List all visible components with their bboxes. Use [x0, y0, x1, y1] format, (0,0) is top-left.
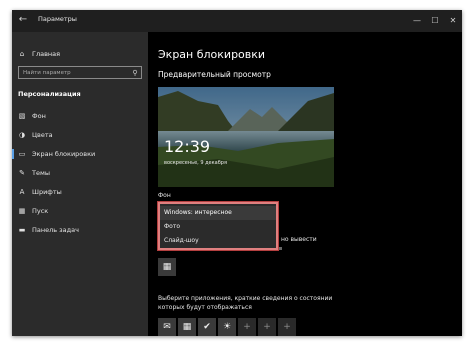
- sidebar-item-label: Цвета: [32, 131, 53, 139]
- main-content: Экран блокировки Предварительный просмот…: [148, 32, 462, 336]
- settings-window: ← Параметры — ☐ ✕ ⌂ Главная Найти параме…: [12, 10, 462, 336]
- weather-tile-icon: ☀: [222, 322, 232, 332]
- detailed-status-calendar-tile[interactable]: ▦: [158, 258, 176, 276]
- sidebar-item-label: Фон: [32, 112, 46, 120]
- dropdown-option[interactable]: Слайд-шоу: [160, 234, 276, 248]
- add-tile-3-icon: +: [283, 322, 291, 332]
- search-box[interactable]: Найти параметр ⚲: [18, 66, 142, 79]
- add-tile-1[interactable]: +: [238, 318, 256, 336]
- add-tile-1-icon: +: [243, 322, 251, 332]
- apps-caption: Выберите приложения, краткие сведения о …: [158, 295, 333, 311]
- sidebar-item-4[interactable]: A Шрифты: [18, 186, 62, 198]
- preview-heading: Предварительный просмотр: [158, 70, 271, 79]
- sidebar-item-label: Экран блокировки: [32, 150, 96, 158]
- sidebar-item-3[interactable]: ✎ Темы: [18, 167, 50, 179]
- dropdown-option[interactable]: Фото: [160, 220, 276, 234]
- sidebar-item-label: Панель задач: [32, 226, 79, 234]
- calendar-tile-icon: ▦: [182, 322, 192, 332]
- sidebar-home-label: Главная: [32, 50, 61, 58]
- sidebar: ⌂ Главная Найти параметр ⚲ Персонализаци…: [12, 32, 148, 336]
- add-tile-2-icon: +: [263, 322, 271, 332]
- obscured-text-right: но вывести: [281, 236, 317, 243]
- sidebar-item-label: Темы: [32, 169, 51, 177]
- page-title: Экран блокировки: [158, 48, 266, 61]
- sidebar-item-label: Шрифты: [32, 188, 62, 196]
- lock-screen-preview: 12:39 воскресенье, 9 декабря: [158, 87, 334, 187]
- sidebar-item-5[interactable]: ▦ Пуск: [18, 205, 49, 217]
- mail-tile-icon: ✉: [163, 322, 171, 332]
- sidebar-item-icon: A: [19, 188, 25, 196]
- sidebar-item-icon: ▬: [18, 226, 26, 234]
- home-icon: ⌂: [19, 50, 25, 58]
- search-input[interactable]: Найти параметр: [19, 70, 129, 76]
- check-tile-icon: ✔: [203, 322, 211, 332]
- maximize-button[interactable]: ☐: [428, 14, 442, 28]
- sidebar-item-icon: ▧: [18, 112, 26, 120]
- minimize-button[interactable]: —: [410, 14, 424, 28]
- search-icon[interactable]: ⚲: [129, 69, 141, 77]
- sidebar-item-6[interactable]: ▬ Панель задач: [18, 224, 79, 236]
- mail-tile[interactable]: ✉: [158, 318, 176, 336]
- calendar-tile[interactable]: ▦: [178, 318, 196, 336]
- background-dropdown-list[interactable]: Windows: интересное Фото Слайд-шоу: [158, 202, 278, 250]
- dropdown-option[interactable]: Windows: интересное: [160, 206, 276, 220]
- close-button[interactable]: ✕: [446, 14, 460, 28]
- sidebar-item-icon: ▦: [18, 207, 26, 215]
- background-label: Фон: [158, 192, 171, 199]
- sidebar-home[interactable]: ⌂ Главная: [18, 50, 60, 58]
- sidebar-item-icon: ✎: [19, 169, 25, 177]
- sidebar-item-1[interactable]: ◑ Цвета: [18, 129, 53, 141]
- sidebar-item-0[interactable]: ▧ Фон: [18, 110, 46, 122]
- add-tile-2[interactable]: +: [258, 318, 276, 336]
- sidebar-item-icon: ◑: [18, 131, 26, 139]
- lock-clock: 12:39: [164, 137, 211, 156]
- sidebar-item-2[interactable]: ▭ Экран блокировки: [12, 148, 96, 160]
- title-bar: ← Параметры — ☐ ✕: [12, 10, 462, 32]
- sidebar-item-label: Пуск: [32, 207, 49, 215]
- add-tile-3[interactable]: +: [278, 318, 296, 336]
- check-tile[interactable]: ✔: [198, 318, 216, 336]
- lock-date: воскресенье, 9 декабря: [164, 160, 227, 166]
- window-title: Параметры: [38, 15, 77, 23]
- sidebar-item-icon: ▭: [18, 150, 26, 158]
- weather-tile[interactable]: ☀: [218, 318, 236, 336]
- calendar-icon: ▦: [162, 262, 172, 272]
- section-title: Персонализация: [18, 90, 81, 98]
- back-arrow-icon[interactable]: ←: [16, 13, 30, 27]
